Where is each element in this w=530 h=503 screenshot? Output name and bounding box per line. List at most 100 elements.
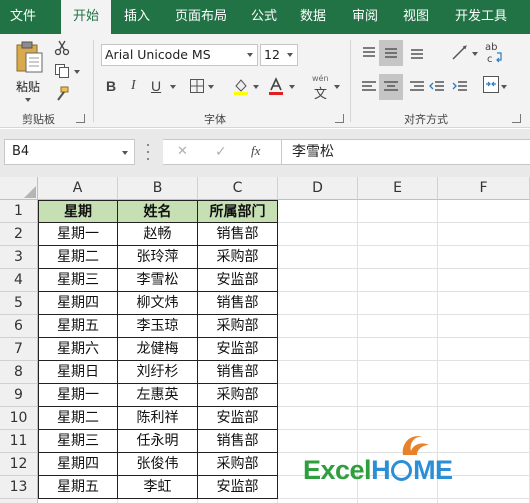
- align-center-button[interactable]: [379, 74, 403, 100]
- empty-cell[interactable]: [438, 269, 530, 292]
- table-cell[interactable]: 销售部: [198, 223, 278, 246]
- tab-home[interactable]: 开始: [61, 0, 111, 35]
- table-cell[interactable]: 星期二: [38, 407, 118, 430]
- empty-cell[interactable]: [38, 499, 118, 503]
- table-cell[interactable]: 星期二: [38, 246, 118, 269]
- table-cell[interactable]: 采购部: [198, 315, 278, 338]
- tab-data[interactable]: 数据: [291, 0, 335, 34]
- empty-cell[interactable]: [438, 361, 530, 384]
- borders-dropdown-icon[interactable]: [208, 85, 214, 89]
- empty-cell[interactable]: [278, 315, 358, 338]
- empty-cell[interactable]: [358, 361, 438, 384]
- orientation-dropdown-icon[interactable]: [472, 52, 478, 56]
- align-right-icon[interactable]: [409, 80, 425, 94]
- table-cell[interactable]: 采购部: [198, 384, 278, 407]
- empty-cell[interactable]: [118, 499, 198, 503]
- row-header-12[interactable]: 12: [0, 453, 38, 476]
- empty-cell[interactable]: [198, 499, 278, 503]
- table-cell[interactable]: 星期五: [38, 315, 118, 338]
- tab-file[interactable]: 文件: [0, 0, 46, 34]
- table-header-cell[interactable]: 星期: [38, 200, 118, 223]
- wrap-text-button[interactable]: ab c: [484, 42, 504, 68]
- table-cell[interactable]: 星期三: [38, 269, 118, 292]
- column-header-f[interactable]: F: [438, 177, 530, 200]
- fill-color-icon[interactable]: [232, 77, 250, 95]
- increase-indent-icon[interactable]: [452, 80, 468, 94]
- tab-insert[interactable]: 插入: [113, 0, 161, 34]
- row-header-7[interactable]: 7: [0, 338, 38, 361]
- empty-cell[interactable]: [278, 499, 358, 503]
- row-header-10[interactable]: 10: [0, 407, 38, 430]
- empty-cell[interactable]: [278, 384, 358, 407]
- empty-cell[interactable]: [438, 384, 530, 407]
- name-box[interactable]: B4: [4, 139, 135, 165]
- row-header-14[interactable]: 14: [0, 499, 38, 503]
- row-header-13[interactable]: 13: [0, 476, 38, 499]
- align-left-icon[interactable]: [361, 80, 377, 94]
- empty-cell[interactable]: [358, 384, 438, 407]
- table-cell[interactable]: 星期五: [38, 476, 118, 499]
- tab-review[interactable]: 审阅: [342, 0, 388, 34]
- merge-dropdown-icon[interactable]: [501, 85, 507, 89]
- empty-cell[interactable]: [438, 223, 530, 246]
- row-header-1[interactable]: 1: [0, 200, 38, 223]
- underline-dropdown-icon[interactable]: [170, 85, 176, 89]
- format-painter-icon[interactable]: [54, 86, 70, 102]
- empty-cell[interactable]: [438, 315, 530, 338]
- table-cell[interactable]: 张玲萍: [118, 246, 198, 269]
- font-color-icon[interactable]: [267, 77, 285, 95]
- empty-cell[interactable]: [278, 338, 358, 361]
- formula-input[interactable]: 李雪松: [281, 139, 530, 165]
- cancel-icon[interactable]: ✕: [177, 144, 188, 159]
- row-header-5[interactable]: 5: [0, 292, 38, 315]
- table-cell[interactable]: 星期日: [38, 361, 118, 384]
- table-cell[interactable]: 柳文炜: [118, 292, 198, 315]
- copy-dropdown-icon[interactable]: [74, 70, 80, 74]
- copy-icon[interactable]: [54, 63, 70, 79]
- decrease-indent-icon[interactable]: [429, 80, 445, 94]
- clipboard-launcher-icon[interactable]: [76, 114, 85, 123]
- formula-bar-grip[interactable]: [147, 144, 150, 160]
- column-header-b[interactable]: B: [118, 177, 198, 200]
- insert-function-button[interactable]: fx: [251, 143, 260, 159]
- table-cell[interactable]: 星期一: [38, 223, 118, 246]
- column-header-d[interactable]: D: [278, 177, 358, 200]
- row-header-4[interactable]: 4: [0, 269, 38, 292]
- empty-cell[interactable]: [358, 499, 438, 503]
- tab-page-layout[interactable]: 页面布局: [166, 0, 236, 34]
- table-cell[interactable]: 陈利祥: [118, 407, 198, 430]
- column-header-e[interactable]: E: [358, 177, 438, 200]
- empty-cell[interactable]: [358, 292, 438, 315]
- phonetic-dropdown-icon[interactable]: [334, 85, 340, 89]
- fill-color-dropdown-icon[interactable]: [253, 85, 259, 89]
- empty-cell[interactable]: [358, 338, 438, 361]
- merge-center-icon[interactable]: [482, 74, 500, 96]
- table-cell[interactable]: 星期六: [38, 338, 118, 361]
- tab-developer[interactable]: 开发工具: [446, 0, 516, 34]
- paste-button[interactable]: 粘贴: [8, 38, 48, 106]
- table-cell[interactable]: 星期三: [38, 430, 118, 453]
- table-cell[interactable]: 刘纡杉: [118, 361, 198, 384]
- table-cell[interactable]: 安监部: [198, 407, 278, 430]
- empty-cell[interactable]: [438, 338, 530, 361]
- table-cell[interactable]: 销售部: [198, 361, 278, 384]
- table-cell[interactable]: 星期四: [38, 453, 118, 476]
- table-cell[interactable]: 龙健梅: [118, 338, 198, 361]
- empty-cell[interactable]: [278, 361, 358, 384]
- tab-view[interactable]: 视图: [394, 0, 438, 34]
- table-cell[interactable]: 左惠英: [118, 384, 198, 407]
- orientation-icon[interactable]: [450, 44, 470, 62]
- empty-cell[interactable]: [358, 315, 438, 338]
- cut-icon[interactable]: [54, 40, 70, 56]
- font-size-combo[interactable]: 12: [260, 44, 298, 66]
- row-header-11[interactable]: 11: [0, 430, 38, 453]
- align-middle-button[interactable]: [379, 40, 403, 66]
- align-bottom-icon[interactable]: [409, 46, 425, 60]
- table-cell[interactable]: 安监部: [198, 476, 278, 499]
- underline-button[interactable]: U: [151, 78, 161, 94]
- empty-cell[interactable]: [358, 246, 438, 269]
- enter-icon[interactable]: ✓: [215, 144, 227, 160]
- alignment-launcher-icon[interactable]: [512, 114, 521, 123]
- empty-cell[interactable]: [358, 269, 438, 292]
- bold-button[interactable]: B: [106, 78, 116, 94]
